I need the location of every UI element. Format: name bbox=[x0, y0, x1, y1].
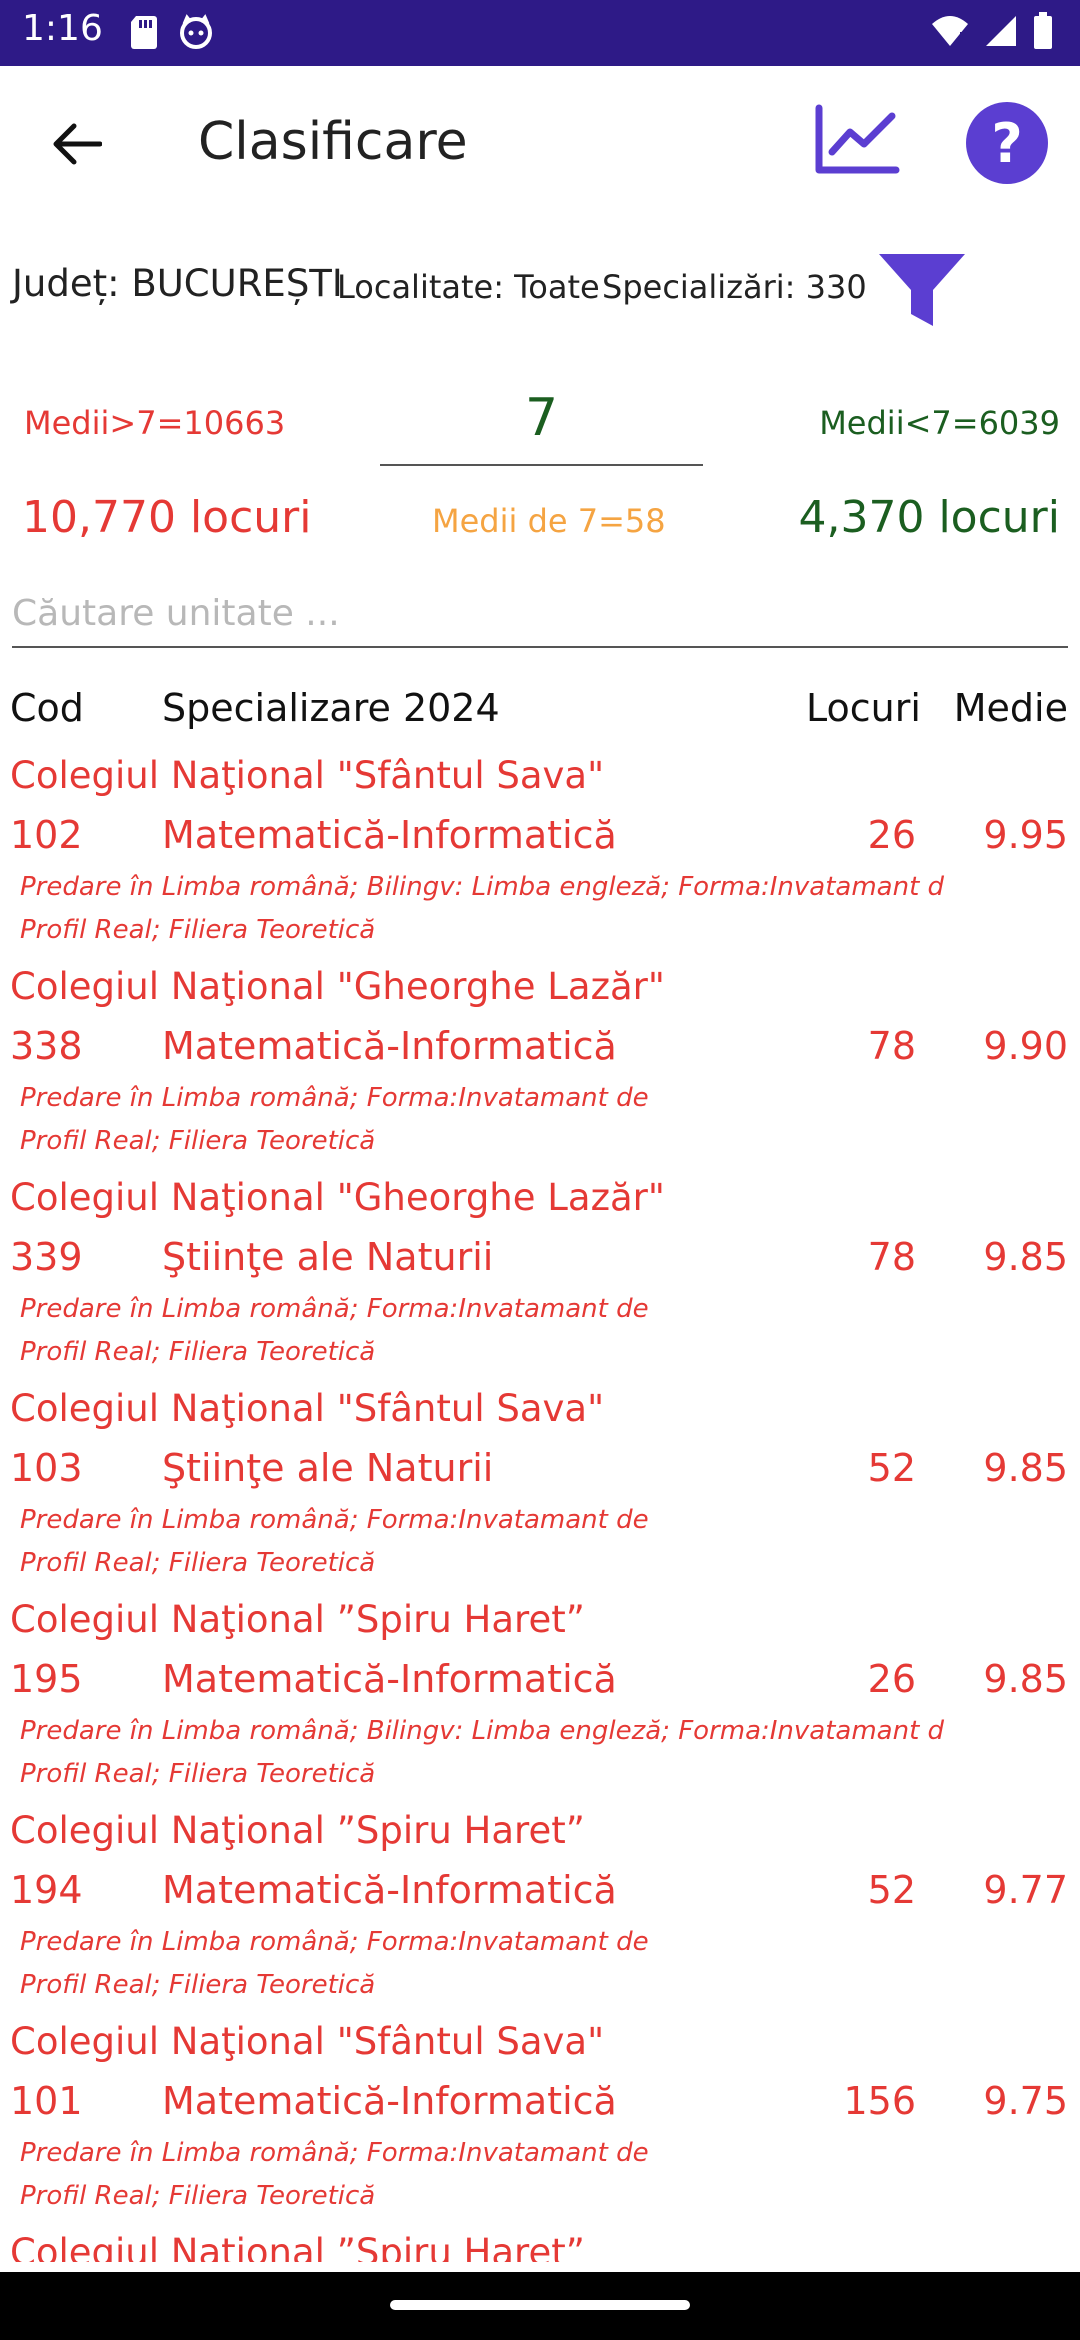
locuri-value: 52 bbox=[867, 1446, 916, 1490]
locuri-value: 52 bbox=[867, 1868, 916, 1912]
specializari-count-label: Specializări: 330 bbox=[602, 268, 867, 306]
help-icon: ? bbox=[991, 111, 1023, 175]
list-item[interactable]: Colegiul Naţional "Gheorghe Lazăr" 339 Ş… bbox=[0, 1166, 1080, 1377]
home-gesture-handle[interactable] bbox=[390, 2300, 690, 2310]
locuri-value: 26 bbox=[867, 1657, 916, 1701]
column-header-locuri: Locuri bbox=[806, 686, 921, 730]
medie-value: 9.75 bbox=[983, 2079, 1068, 2123]
list-item[interactable]: Colegiul Naţional "Sfântul Sava" 101 Mat… bbox=[0, 2010, 1080, 2221]
spec-name: Matematică-Informatică bbox=[162, 1024, 617, 1068]
spec-code: 195 bbox=[10, 1657, 83, 1701]
signal-icon bbox=[984, 14, 1018, 52]
detail-line-1: Predare în Limba română; Bilingv: Limba … bbox=[20, 1716, 945, 1746]
threshold-input[interactable]: 7 bbox=[380, 388, 703, 466]
school-name: Colegiul Naţional ”Spiru Haret” bbox=[10, 1598, 585, 1641]
detail-line-1: Predare în Limba română; Forma:Invataman… bbox=[20, 1083, 654, 1113]
wifi-icon bbox=[930, 14, 970, 52]
school-name: Colegiul Naţional "Gheorghe Lazăr" bbox=[10, 1176, 665, 1219]
medie-value: 9.90 bbox=[983, 1024, 1068, 1068]
detail-line-2: Profil Real; Filiera Teoretică bbox=[20, 1970, 376, 2000]
medii-below-threshold: Medii<7=6039 bbox=[819, 404, 1060, 442]
detail-line-1: Predare în Limba română; Bilingv: Limba … bbox=[20, 872, 945, 902]
spec-name: Matematică-Informatică bbox=[162, 813, 617, 857]
spec-name: Matematică-Informatică bbox=[162, 1657, 617, 1701]
spec-code: 101 bbox=[10, 2079, 83, 2123]
detail-line-2: Profil Real; Filiera Teoretică bbox=[20, 1126, 376, 1156]
chart-button[interactable] bbox=[812, 102, 902, 182]
medie-value: 9.77 bbox=[983, 1868, 1068, 1912]
localitate-filter-label: Localitate: Toate bbox=[337, 268, 600, 306]
status-time: 1:16 bbox=[22, 8, 103, 49]
detail-line-1: Predare în Limba română; Forma:Invataman… bbox=[20, 1927, 654, 1957]
medie-value: 9.85 bbox=[983, 1235, 1068, 1279]
spec-code: 194 bbox=[10, 1868, 83, 1912]
medie-value: 9.85 bbox=[983, 1657, 1068, 1701]
spec-name: Matematică-Informatică bbox=[162, 2079, 617, 2123]
list-item[interactable]: Colegiul Naţional ”Spiru Haret” 194 Mate… bbox=[0, 1799, 1080, 2010]
detail-line-2: Profil Real; Filiera Teoretică bbox=[20, 1548, 376, 1578]
locuri-value: 26 bbox=[867, 813, 916, 857]
school-name: Colegiul Naţional "Sfântul Sava" bbox=[10, 754, 605, 797]
detail-line-2: Profil Real; Filiera Teoretică bbox=[20, 2181, 376, 2211]
filter-button[interactable] bbox=[874, 252, 970, 332]
medii-equal-threshold: Medii de 7=58 bbox=[432, 502, 666, 540]
cat-face-icon bbox=[178, 14, 214, 54]
medii-above-threshold: Medii>7=10663 bbox=[24, 404, 286, 442]
help-button[interactable]: ? bbox=[966, 102, 1048, 184]
spec-name: Ştiinţe ale Naturii bbox=[162, 1446, 494, 1490]
locuri-value: 156 bbox=[843, 2079, 916, 2123]
list-item[interactable]: Colegiul Naţional "Sfântul Sava" 102 Mat… bbox=[0, 744, 1080, 955]
list-item[interactable]: Colegiul Naţional ”Spiru Haret” bbox=[0, 2221, 1080, 2262]
arrow-left-icon bbox=[50, 122, 103, 170]
medie-value: 9.95 bbox=[983, 813, 1068, 857]
list-item[interactable]: Colegiul Naţional ”Spiru Haret” 195 Mate… bbox=[0, 1588, 1080, 1799]
detail-line-2: Profil Real; Filiera Teoretică bbox=[20, 915, 376, 945]
locuri-below-threshold: 4,370 locuri bbox=[798, 492, 1061, 543]
results-list[interactable]: Colegiul Naţional "Sfântul Sava" 102 Mat… bbox=[0, 744, 1080, 2262]
column-header-cod: Cod bbox=[10, 686, 84, 730]
detail-line-2: Profil Real; Filiera Teoretică bbox=[20, 1759, 376, 1789]
spec-name: Ştiinţe ale Naturii bbox=[162, 1235, 494, 1279]
battery-icon bbox=[1032, 12, 1054, 54]
school-name: Colegiul Naţional "Sfântul Sava" bbox=[10, 1387, 605, 1430]
column-header-specializare: Specializare 2024 bbox=[162, 686, 500, 730]
filter-row: Județ: BUCUREȘTI Localitate: Toate Speci… bbox=[12, 252, 1068, 342]
spec-code: 102 bbox=[10, 813, 83, 857]
medie-value: 9.85 bbox=[983, 1446, 1068, 1490]
back-button[interactable] bbox=[40, 110, 112, 182]
detail-line-1: Predare în Limba română; Forma:Invataman… bbox=[20, 1505, 654, 1535]
school-name: Colegiul Naţional ”Spiru Haret” bbox=[10, 2231, 585, 2262]
search-input[interactable] bbox=[12, 580, 1068, 648]
school-name: Colegiul Naţional ”Spiru Haret” bbox=[10, 1809, 585, 1852]
detail-line-1: Predare în Limba română; Forma:Invataman… bbox=[20, 2138, 654, 2168]
funnel-icon bbox=[877, 252, 967, 332]
list-item[interactable]: Colegiul Naţional "Sfântul Sava" 103 Şti… bbox=[0, 1377, 1080, 1588]
locuri-above-threshold: 10,770 locuri bbox=[22, 492, 312, 543]
spec-code: 103 bbox=[10, 1446, 83, 1490]
spec-code: 339 bbox=[10, 1235, 83, 1279]
spec-code: 338 bbox=[10, 1024, 83, 1068]
status-bar: 1:16 bbox=[0, 0, 1080, 66]
detail-line-2: Profil Real; Filiera Teoretică bbox=[20, 1337, 376, 1367]
locuri-value: 78 bbox=[867, 1235, 916, 1279]
page-title: Clasificare bbox=[198, 112, 468, 172]
chart-line-icon bbox=[814, 104, 900, 180]
spec-name: Matematică-Informatică bbox=[162, 1868, 617, 1912]
school-name: Colegiul Naţional "Gheorghe Lazăr" bbox=[10, 965, 665, 1008]
column-header-medie: Medie bbox=[953, 686, 1068, 730]
locuri-value: 78 bbox=[867, 1024, 916, 1068]
system-navigation-bar bbox=[0, 2272, 1080, 2340]
app-bar: Clasificare ? bbox=[0, 66, 1080, 222]
detail-line-1: Predare în Limba română; Forma:Invataman… bbox=[20, 1294, 654, 1324]
list-item[interactable]: Colegiul Naţional "Gheorghe Lazăr" 338 M… bbox=[0, 955, 1080, 1166]
sd-card-icon bbox=[128, 14, 160, 54]
school-name: Colegiul Naţional "Sfântul Sava" bbox=[10, 2020, 605, 2063]
judet-filter-label: Județ: BUCUREȘTI bbox=[12, 262, 343, 305]
